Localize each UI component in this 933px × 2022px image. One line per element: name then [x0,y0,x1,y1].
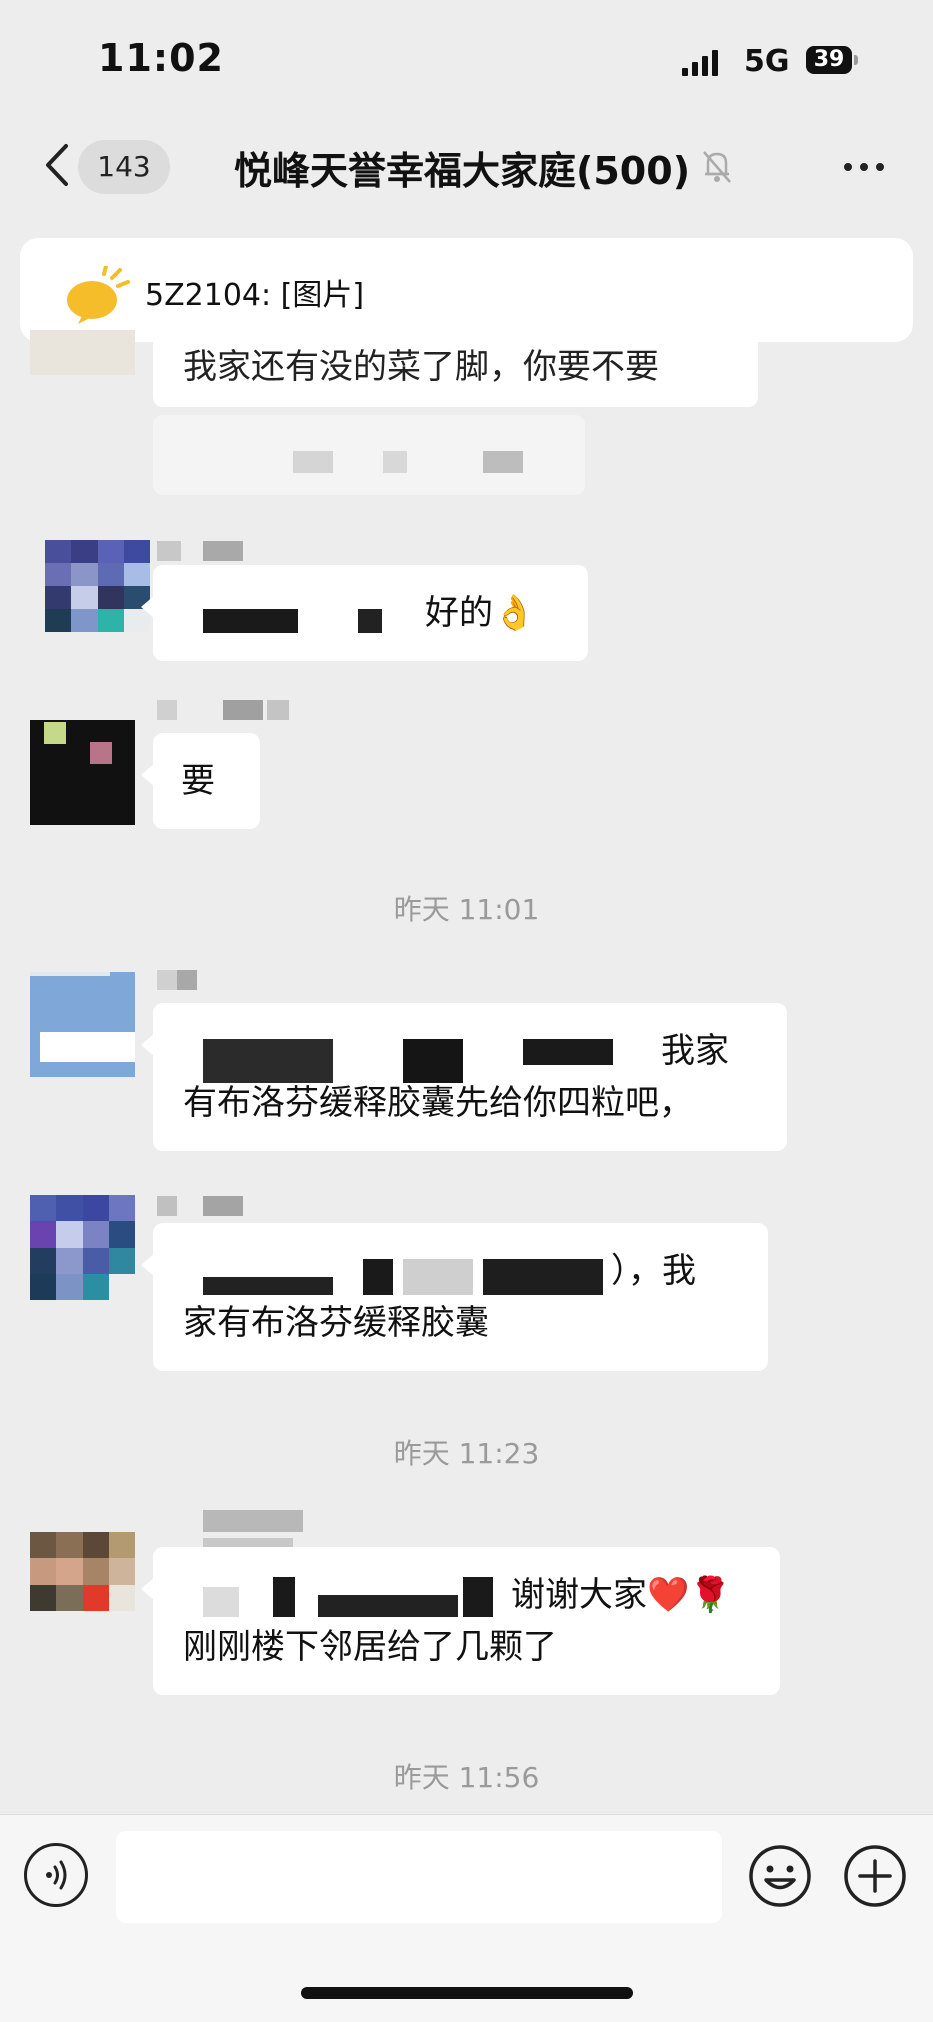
message-input[interactable] [116,1831,722,1923]
message-bubble[interactable]: 谢谢大家❤️🌹 刚刚楼下邻居给了几颗了 [141,1547,780,1695]
message-text-line1: 我家 [661,1031,729,1071]
message-bubble[interactable]: 要 [141,733,260,829]
sender-name [157,1196,257,1218]
message-text-line1: 谢谢大家❤️🌹 [511,1575,732,1615]
message-text: 我家还有没的菜了脚，你要不要 [183,347,659,387]
avatar[interactable] [30,720,135,825]
message-bubble[interactable]: 好的👌 [141,565,588,661]
plus-icon[interactable] [842,1843,908,1909]
pinned-announcement[interactable]: 5Z2104: [图片] [20,238,913,342]
message-bubble[interactable]: ），我 家有布洛芬缓释胶囊 [141,1223,768,1371]
network-label: 5G [744,44,790,79]
avatar[interactable] [30,972,135,1077]
message-bubble[interactable]: 我家还有没的菜了脚，你要不要 [153,335,758,407]
battery-cap [854,55,858,65]
avatar[interactable] [30,330,135,375]
message-text-line2: 刚刚楼下邻居给了几颗了 [183,1627,557,1667]
sender-name [157,1510,317,1560]
pinned-text: 5Z2104: [图片] [145,278,365,313]
message-text-line2: 有布洛芬缓释胶囊先给你四粒吧， [183,1083,693,1123]
redacted-bubble [153,415,585,495]
message-text-line2: 家有布洛芬缓释胶囊 [183,1303,489,1343]
message-bubble[interactable]: 我家 有布洛芬缓释胶囊先给你四粒吧， [141,1003,787,1151]
emoji-icon[interactable] [747,1843,813,1909]
sender-name [157,541,269,563]
timestamp: 昨天 11:01 [393,893,540,926]
sender-name [157,700,297,722]
back-chevron-icon[interactable] [38,140,78,190]
mute-bell-icon [700,148,734,188]
avatar[interactable] [30,1195,135,1300]
chat-title: 悦峰天誉幸福大家庭(500) [234,149,691,193]
unread-count-badge[interactable]: 143 [78,140,170,194]
avatar[interactable] [45,540,150,645]
status-time: 11:02 [98,36,224,80]
message-text: 好的👌 [425,593,536,633]
home-indicator [301,1987,633,1999]
message-text: 要 [181,761,215,801]
signal-icon [682,50,722,76]
message-text-line1: ），我 [611,1251,696,1291]
voice-input-icon[interactable] [24,1843,88,1907]
avatar[interactable] [30,1532,135,1637]
timestamp: 昨天 11:56 [393,1761,540,1794]
more-options-icon[interactable] [844,156,892,175]
announcement-icon [60,264,132,328]
timestamp: 昨天 11:23 [393,1437,540,1470]
sender-name [157,970,217,992]
battery-icon: 39 [806,46,852,74]
